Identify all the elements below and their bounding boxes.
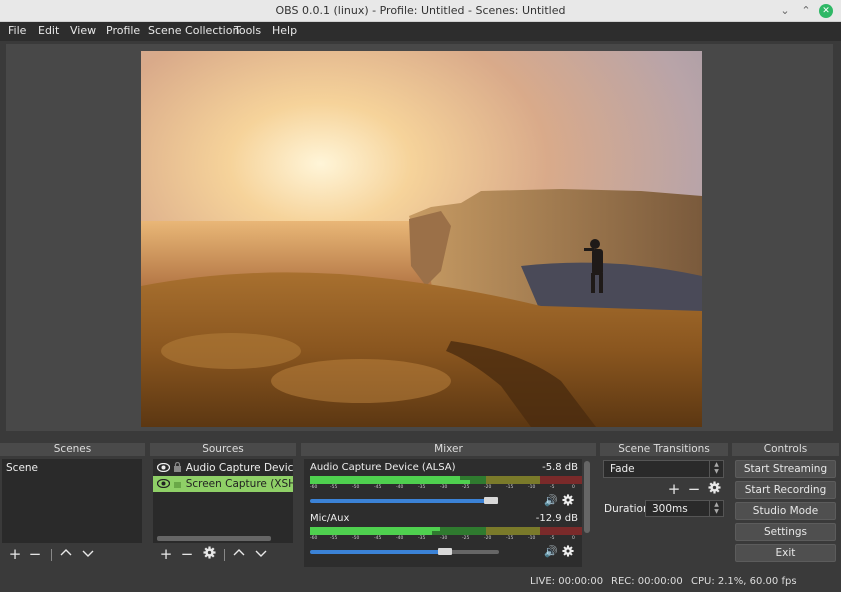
menu-help[interactable]: Help — [272, 24, 297, 37]
start-recording-button[interactable]: Start Recording — [735, 481, 836, 499]
meter-tick-labels: -60 -55 -50 -45 -40 -35 -30 -25 -20 -15 … — [310, 485, 575, 490]
maximize-icon[interactable]: ⌃ — [799, 4, 813, 18]
menu-tools[interactable]: Tools — [234, 24, 261, 37]
start-streaming-button[interactable]: Start Streaming — [735, 460, 836, 478]
add-transition-icon[interactable]: + — [667, 481, 681, 497]
visibility-eye-icon[interactable] — [156, 478, 171, 489]
cpu-fps-readout: CPU: 2.1%, 60.00 fps — [691, 576, 797, 587]
transition-selected: Fade — [610, 463, 635, 475]
sources-scrollbar[interactable] — [157, 536, 271, 541]
volume-slider[interactable] — [310, 499, 490, 503]
volume-slider-track[interactable] — [444, 550, 499, 554]
audio-meter — [310, 531, 582, 535]
menu-scene-collection[interactable]: Scene Collection — [148, 24, 239, 37]
sources-dock: Sources Audio Capture Device (A Screen C… — [150, 443, 296, 570]
meter-tick-labels: -60 -55 -50 -45 -40 -35 -30 -25 -20 -15 … — [310, 536, 575, 541]
toolbar-divider — [51, 549, 52, 561]
volume-slider[interactable] — [310, 550, 444, 554]
menu-file[interactable]: File — [8, 24, 26, 37]
source-item-audio-capture[interactable]: Audio Capture Device (A — [153, 460, 293, 476]
scene-transitions-dock: Scene Transitions Fade ▲ ▼ + − Duration 3… — [600, 443, 728, 570]
sources-list[interactable]: Audio Capture Device (A Screen Capture (… — [153, 459, 293, 543]
status-bar: LIVE: 00:00:00 REC: 00:00:00 CPU: 2.1%, … — [0, 572, 841, 592]
move-scene-up-icon[interactable] — [59, 546, 73, 562]
move-source-down-icon[interactable] — [254, 546, 268, 562]
source-item-screen-capture[interactable]: Screen Capture (XSHM) — [153, 476, 293, 492]
move-source-up-icon[interactable] — [232, 546, 246, 562]
rec-timer: REC: 00:00:00 — [611, 576, 683, 587]
chevron-updown-icon: ▲ ▼ — [709, 461, 723, 477]
menu-profile[interactable]: Profile — [106, 24, 140, 37]
settings-button[interactable]: Settings — [735, 523, 836, 541]
mixer-panel: Audio Capture Device (ALSA) -5.8 dB -60 … — [304, 459, 582, 567]
audio-meter — [310, 480, 582, 484]
landscape-photo — [141, 51, 702, 427]
scenes-list[interactable]: Scene — [2, 459, 142, 543]
visibility-eye-icon[interactable] — [156, 462, 171, 473]
mixer-dock: Mixer Audio Capture Device (ALSA) -5.8 d… — [301, 443, 596, 570]
mixer-channel-db: -5.8 dB — [542, 462, 578, 473]
volume-slider-handle[interactable] — [438, 548, 452, 555]
transition-properties-gear-icon[interactable] — [707, 481, 721, 497]
mixer-channel-name: Mic/Aux — [310, 513, 350, 524]
close-icon[interactable]: ✕ — [819, 4, 833, 18]
controls-dock-title: Controls — [732, 443, 839, 456]
title-bar: OBS 0.0.1 (linux) - Profile: Untitled - … — [0, 0, 841, 22]
mixer-scrollbar[interactable] — [584, 461, 590, 533]
lock-icon[interactable] — [173, 478, 182, 488]
source-properties-gear-icon[interactable] — [202, 546, 216, 562]
lock-icon[interactable] — [173, 461, 182, 472]
sources-toolbar: + − — [156, 546, 291, 564]
transition-select[interactable]: Fade ▲ ▼ — [603, 460, 724, 478]
menu-view[interactable]: View — [70, 24, 96, 37]
window-title: OBS 0.0.1 (linux) - Profile: Untitled - … — [275, 4, 566, 17]
mixer-channel: Mic/Aux -12.9 dB -60 -55 -50 -45 -40 -35… — [304, 513, 584, 563]
preview-image[interactable] — [141, 51, 702, 427]
exit-button[interactable]: Exit — [735, 544, 836, 562]
remove-transition-icon[interactable]: − — [687, 481, 701, 497]
controls-dock: Controls Start Streaming Start Recording… — [732, 443, 839, 570]
source-label: Audio Capture Device (A — [185, 462, 293, 474]
scene-transitions-dock-title: Scene Transitions — [600, 443, 728, 456]
studio-mode-button[interactable]: Studio Mode — [735, 502, 836, 520]
audio-settings-gear-icon[interactable] — [562, 545, 574, 560]
duration-label: Duration — [604, 503, 650, 515]
duration-value: 300ms — [652, 503, 688, 515]
menu-edit[interactable]: Edit — [38, 24, 59, 37]
live-timer: LIVE: 00:00:00 — [530, 576, 604, 587]
scene-item[interactable]: Scene — [2, 460, 142, 476]
volume-slider-handle[interactable] — [484, 497, 498, 504]
speaker-icon[interactable]: 🔊 — [544, 545, 558, 558]
mixer-channel-db: -12.9 dB — [535, 513, 578, 524]
source-label: Screen Capture (XSHM) — [185, 478, 293, 490]
mixer-dock-title: Mixer — [301, 443, 596, 456]
add-source-icon[interactable]: + — [159, 546, 173, 562]
sources-dock-title: Sources — [150, 443, 296, 456]
mixer-channel-name: Audio Capture Device (ALSA) — [310, 462, 456, 473]
duration-spinbox[interactable]: 300ms ▲ ▼ — [645, 500, 724, 517]
spin-arrows-icon[interactable]: ▲ ▼ — [709, 501, 723, 516]
mixer-channel: Audio Capture Device (ALSA) -5.8 dB -60 … — [304, 462, 584, 512]
remove-scene-icon[interactable]: − — [28, 546, 42, 562]
audio-settings-gear-icon[interactable] — [562, 494, 574, 509]
toolbar-divider — [224, 549, 225, 561]
remove-source-icon[interactable]: − — [180, 546, 194, 562]
add-scene-icon[interactable]: + — [8, 546, 22, 562]
menu-bar: File Edit View Profile Scene Collection … — [0, 22, 841, 41]
speaker-icon[interactable]: 🔊 — [544, 494, 558, 507]
scenes-dock-title: Scenes — [0, 443, 145, 456]
move-scene-down-icon[interactable] — [81, 546, 95, 562]
scenes-dock: Scenes Scene + − — [0, 443, 145, 570]
scenes-toolbar: + − — [6, 546, 141, 564]
minimize-icon[interactable]: ⌄ — [778, 4, 792, 18]
